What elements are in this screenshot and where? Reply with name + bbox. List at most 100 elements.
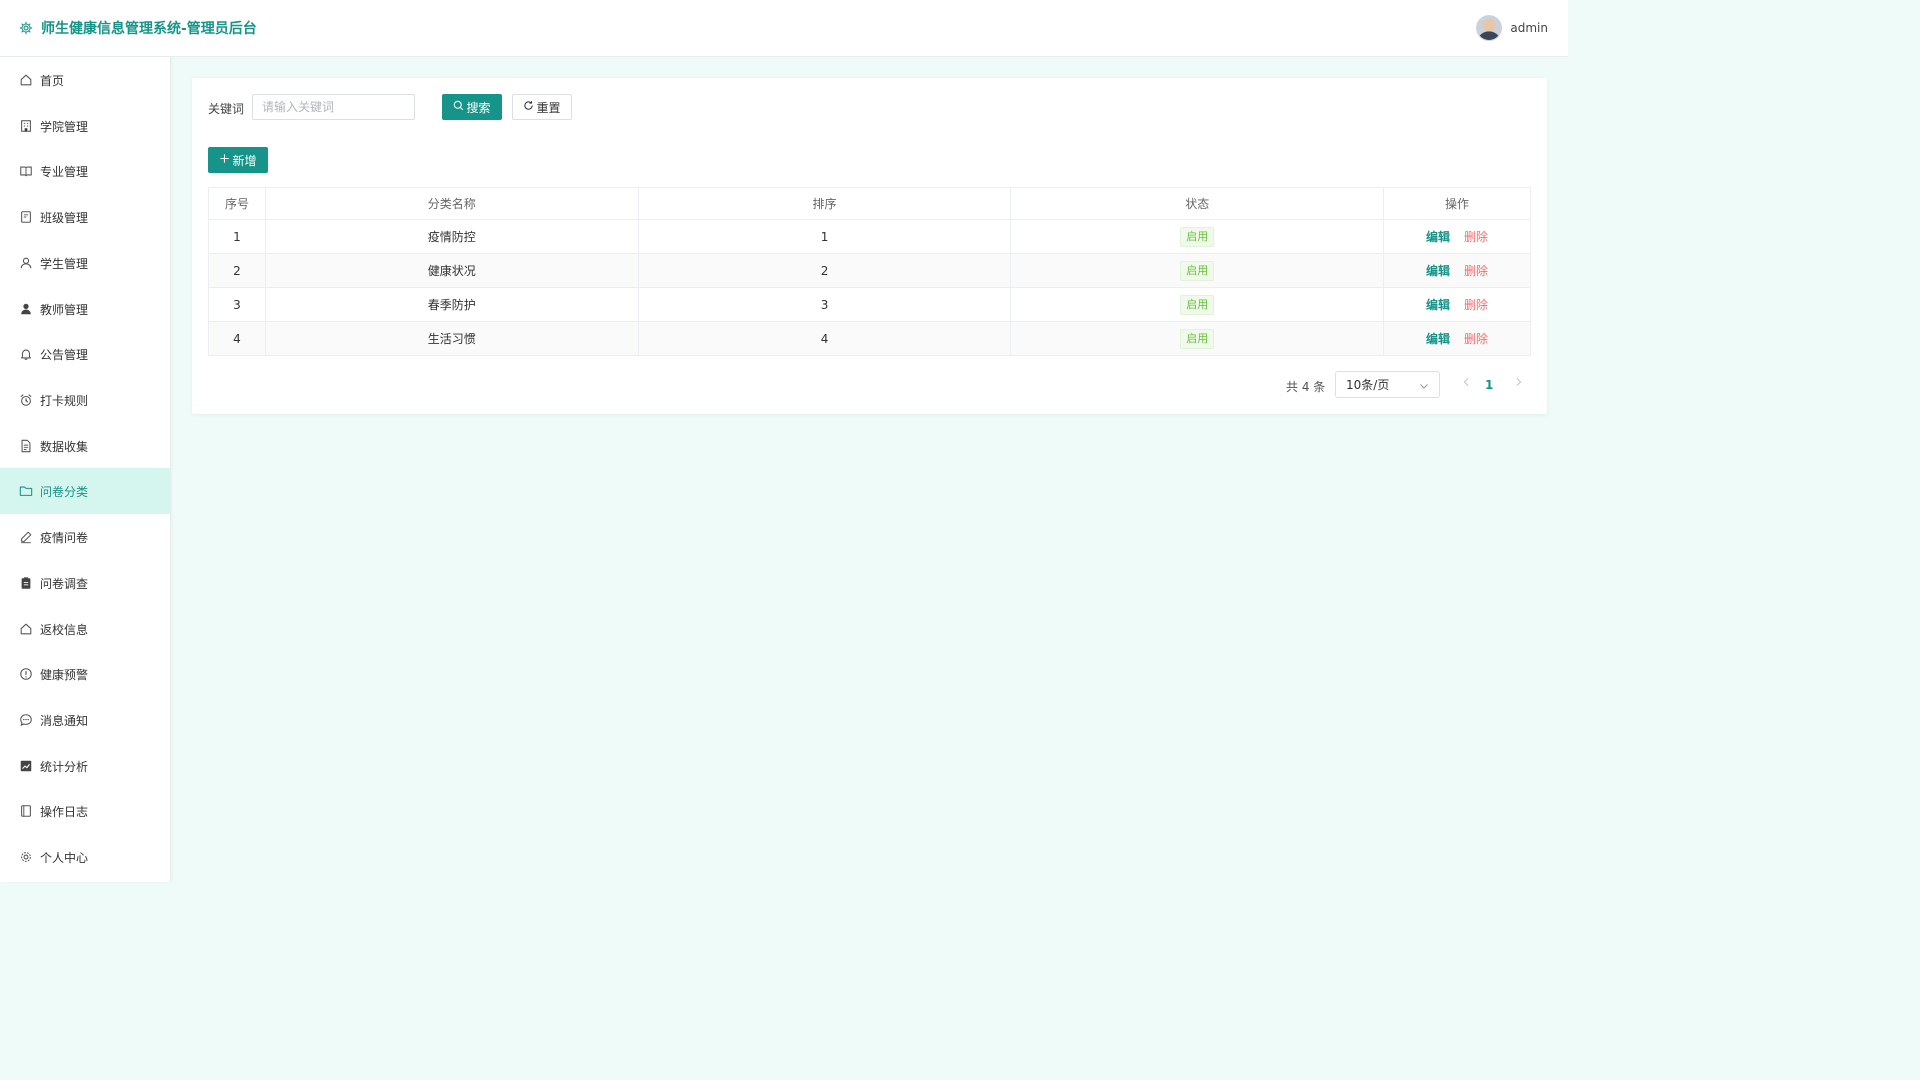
chevron-right-icon xyxy=(1515,376,1522,390)
sidebar-item-teacher[interactable]: 教师管理 xyxy=(0,286,170,332)
search-button[interactable]: 搜索 xyxy=(442,94,502,120)
username[interactable]: admin xyxy=(1510,21,1548,35)
sidebar-item-epidemic-questionnaire[interactable]: 疫情问卷 xyxy=(0,514,170,560)
column-header-sort: 排序 xyxy=(638,187,1012,220)
edit-button[interactable]: 编辑 xyxy=(1426,298,1450,312)
sidebar-item-label: 学生管理 xyxy=(40,256,89,271)
delete-button[interactable]: 删除 xyxy=(1464,264,1488,278)
search-icon xyxy=(453,100,466,114)
column-header-name: 分类名称 xyxy=(265,187,639,220)
page-number-current[interactable]: 1 xyxy=(1485,378,1493,392)
keyword-input[interactable] xyxy=(252,94,415,120)
row-status-cell: 启用 xyxy=(1010,253,1385,288)
column-header-status: 状态 xyxy=(1010,187,1385,220)
house-icon xyxy=(19,622,33,636)
sidebar-item-label: 返校信息 xyxy=(40,622,89,637)
sidebar-item-survey[interactable]: 问卷调查 xyxy=(0,560,170,606)
sidebar-item-checkin-rules[interactable]: 打卡规则 xyxy=(0,377,170,423)
book-icon xyxy=(19,164,33,178)
sidebar-item-questionnaire-category[interactable]: 问卷分类 xyxy=(0,468,170,514)
row-index: 2 xyxy=(208,253,266,288)
edit-button[interactable]: 编辑 xyxy=(1426,332,1450,346)
chart-icon xyxy=(19,759,33,773)
sidebar-item-label: 问卷分类 xyxy=(40,484,89,499)
avatar[interactable] xyxy=(1476,15,1503,41)
sidebar-item-data-collection[interactable]: 数据收集 xyxy=(0,423,170,469)
reset-button[interactable]: 重置 xyxy=(512,94,572,120)
sidebar-item-messages[interactable]: 消息通知 xyxy=(0,697,170,743)
warning-icon xyxy=(19,667,33,681)
sidebar-item-label: 打卡规则 xyxy=(40,393,89,408)
row-status-cell: 启用 xyxy=(1010,321,1385,356)
status-badge: 启用 xyxy=(1180,260,1215,281)
sidebar-item-label: 消息通知 xyxy=(40,713,89,728)
sidebar-item-operation-log[interactable]: 操作日志 xyxy=(0,788,170,834)
row-sort: 3 xyxy=(638,287,1012,322)
chat-icon xyxy=(19,713,33,727)
row-actions: 编辑 删除 xyxy=(1383,253,1531,288)
sidebar-item-class[interactable]: 班级管理 xyxy=(0,194,170,240)
sidebar-item-label: 统计分析 xyxy=(40,759,89,774)
user-filled-icon xyxy=(19,302,33,316)
row-index: 1 xyxy=(208,219,266,254)
sidebar-item-label: 教师管理 xyxy=(40,302,89,317)
sidebar-item-return-school[interactable]: 返校信息 xyxy=(0,606,170,652)
row-actions: 编辑 删除 xyxy=(1383,321,1531,356)
table-row: 3 春季防护 3 启用 编辑 删除 xyxy=(208,287,1531,322)
alarm-clock-icon xyxy=(19,393,33,407)
app-title: 师生健康信息管理系统-管理员后台 xyxy=(41,21,257,37)
row-sort: 2 xyxy=(638,253,1012,288)
delete-button[interactable]: 删除 xyxy=(1464,230,1488,244)
add-button-label: 新增 xyxy=(232,153,257,168)
sidebar-item-student[interactable]: 学生管理 xyxy=(0,240,170,286)
page-size-select[interactable]: 10条/页 xyxy=(1335,371,1440,398)
category-table: 序号 分类名称 排序 状态 操作 1 疫情防控 1 启用 编辑 删除 2 健康状况… xyxy=(208,187,1531,356)
next-page-button[interactable] xyxy=(1512,376,1524,390)
sidebar-item-label: 学院管理 xyxy=(40,119,89,134)
page-size-value: 10条/页 xyxy=(1346,378,1390,392)
row-name: 疫情防控 xyxy=(265,219,639,254)
row-status-cell: 启用 xyxy=(1010,287,1385,322)
sidebar-item-profile[interactable]: 个人中心 xyxy=(0,834,170,880)
row-index: 4 xyxy=(208,321,266,356)
reset-button-label: 重置 xyxy=(536,100,561,115)
status-badge: 启用 xyxy=(1180,294,1215,315)
building-icon xyxy=(19,119,33,133)
sidebar-item-label: 班级管理 xyxy=(40,210,89,225)
row-name: 春季防护 xyxy=(265,287,639,322)
sidebar-item-notice[interactable]: 公告管理 xyxy=(0,331,170,377)
status-badge: 启用 xyxy=(1180,226,1215,247)
sidebar: 首页 学院管理 专业管理 班级管理 学生管理 教师管理 公告管理 打卡规则 数据… xyxy=(0,57,171,882)
sidebar-item-college[interactable]: 学院管理 xyxy=(0,103,170,149)
sidebar-item-label: 问卷调查 xyxy=(40,576,89,591)
sidebar-item-statistics[interactable]: 统计分析 xyxy=(0,743,170,789)
user-icon xyxy=(19,256,33,270)
keyword-label: 关键词 xyxy=(208,102,245,116)
chevron-down-icon xyxy=(1419,380,1429,390)
document-icon xyxy=(19,439,33,453)
sidebar-item-label: 公告管理 xyxy=(40,347,89,362)
row-sort: 1 xyxy=(638,219,1012,254)
row-name: 生活习惯 xyxy=(265,321,639,356)
column-header-index: 序号 xyxy=(208,187,266,220)
add-button[interactable]: 新增 xyxy=(208,147,268,173)
refresh-icon xyxy=(523,100,536,114)
user-menu[interactable]: admin xyxy=(1476,15,1548,41)
sidebar-item-health-warning[interactable]: 健康预警 xyxy=(0,651,170,697)
table-row: 2 健康状况 2 启用 编辑 删除 xyxy=(208,253,1531,288)
sidebar-item-label: 专业管理 xyxy=(40,164,89,179)
row-actions: 编辑 删除 xyxy=(1383,287,1531,322)
edit-button[interactable]: 编辑 xyxy=(1426,264,1450,278)
sidebar-item-label: 健康预警 xyxy=(40,667,89,682)
plus-icon xyxy=(219,153,232,167)
prev-page-button[interactable] xyxy=(1460,376,1472,390)
sidebar-item-major[interactable]: 专业管理 xyxy=(0,148,170,194)
notebook-icon xyxy=(19,804,33,818)
sidebar-item-home[interactable]: 首页 xyxy=(0,57,170,103)
edit-button[interactable]: 编辑 xyxy=(1426,230,1450,244)
top-header: 师生健康信息管理系统-管理员后台 admin xyxy=(0,0,1568,57)
sidebar-item-label: 疫情问卷 xyxy=(40,530,89,545)
delete-button[interactable]: 删除 xyxy=(1464,332,1488,346)
pen-icon xyxy=(19,530,33,544)
delete-button[interactable]: 删除 xyxy=(1464,298,1488,312)
